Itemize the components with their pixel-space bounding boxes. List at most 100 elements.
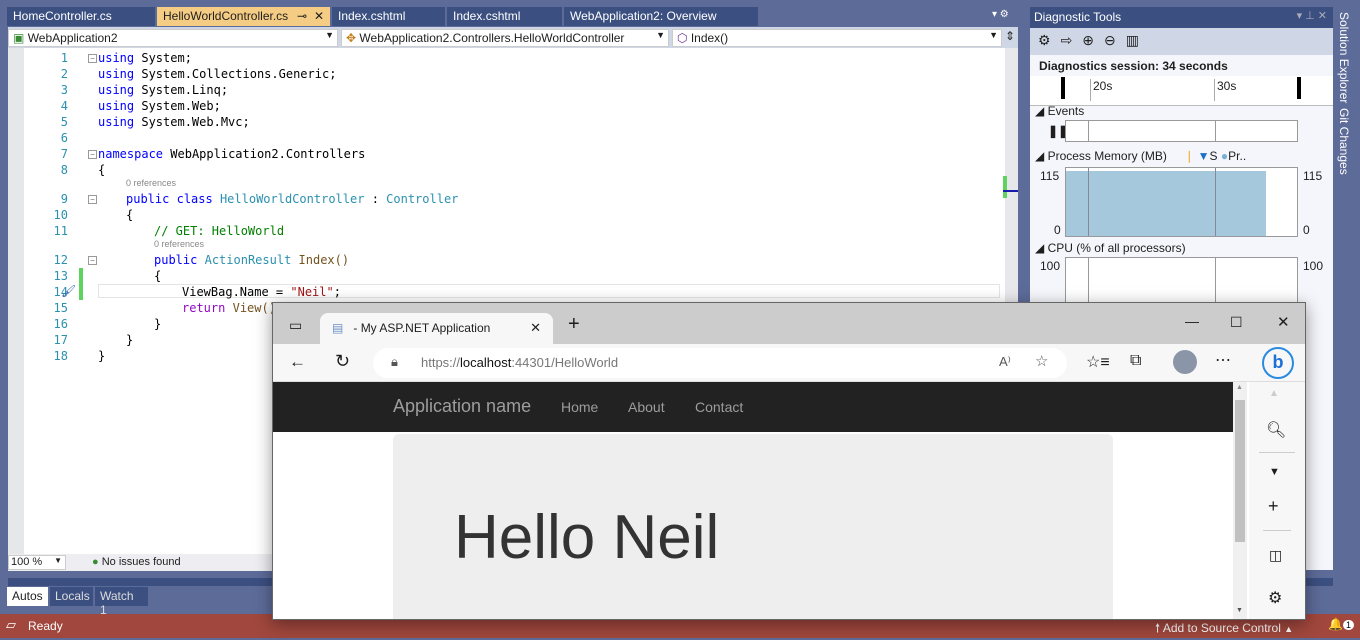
nav-link-about[interactable]: About: [628, 399, 665, 415]
class-dropdown[interactable]: ✥ WebApplication2.Controllers.HelloWorld…: [341, 29, 669, 47]
reset-view-icon[interactable]: ▥: [1126, 32, 1149, 48]
export-icon[interactable]: ⇨: [1061, 32, 1083, 48]
new-tab-icon[interactable]: +: [568, 313, 580, 336]
profile-avatar[interactable]: [1173, 350, 1197, 374]
memory-label: Process Memory (MB): [1047, 149, 1167, 163]
settings-gear-icon[interactable]: ⚙: [1038, 32, 1061, 48]
tab-helloworldcontroller[interactable]: HelloWorldController.cs ⊸ ✕: [157, 7, 330, 26]
bing-copilot-icon[interactable]: b: [1262, 347, 1294, 379]
nav-link-home[interactable]: Home: [561, 399, 598, 415]
collapse-icon[interactable]: −: [88, 54, 97, 63]
favorites-icon[interactable]: ☆≡: [1086, 352, 1110, 372]
tab-homecontroller[interactable]: HomeController.cs: [7, 7, 155, 26]
class-label: WebApplication2.Controllers.HelloWorldCo…: [359, 31, 625, 45]
close-tab-icon[interactable]: ✕: [530, 320, 541, 336]
site-navbar: Application name Home About Contact: [273, 382, 1233, 432]
scroll-down-icon[interactable]: ▼: [1236, 607, 1243, 614]
keyword: using: [98, 115, 135, 129]
tab-locals[interactable]: Locals: [50, 587, 93, 606]
search-icon[interactable]: 🔍︎: [1266, 420, 1286, 440]
maximize-icon[interactable]: ☐: [1230, 314, 1243, 331]
tab-index-cshtml-1[interactable]: Index.cshtml: [332, 7, 445, 26]
address-bar[interactable]: 🔒︎ https://localhost:44301/HelloWorld A⁾…: [373, 348, 1067, 378]
page-favicon: ▤: [332, 321, 344, 335]
ready-icon: ▱: [6, 617, 16, 632]
read-aloud-icon[interactable]: A⁾: [999, 354, 1011, 370]
check-circle-icon: ●: [92, 556, 99, 568]
pin-icon[interactable]: ⊸: [297, 9, 307, 23]
close-window-icon[interactable]: ✕: [1277, 313, 1290, 331]
sidebar-expand-icon[interactable]: ▼: [1269, 466, 1280, 478]
status-text: Ready: [28, 619, 63, 633]
notifications-button[interactable]: 🔔 1: [1328, 617, 1354, 631]
caret-up-icon: ▲: [1284, 624, 1294, 634]
tab-autos[interactable]: Autos: [7, 587, 48, 606]
code-text: ;: [333, 285, 341, 299]
keyword: using: [98, 51, 135, 65]
member-dropdown[interactable]: ⬡ Index() ▼: [672, 29, 1002, 47]
tab-label: HelloWorldController.cs: [163, 9, 289, 23]
tab-overflow-icon[interactable]: ▾ ⚙: [992, 9, 1009, 20]
tab-overview[interactable]: WebApplication2: Overview: [564, 7, 758, 26]
collections-icon[interactable]: ⧉: [1130, 352, 1141, 370]
memory-graph: [1065, 167, 1298, 237]
panel-window-controls[interactable]: ▾ ⊥ ✕: [1297, 9, 1327, 22]
page-scrollbar[interactable]: ▲ ▼: [1233, 382, 1247, 619]
scrollbar-thumb[interactable]: [1235, 400, 1245, 542]
collapse-icon[interactable]: −: [88, 195, 97, 204]
issues-indicator[interactable]: ● No issues found: [92, 556, 181, 568]
add-to-source-control-button[interactable]: 🠕 Add to Source Control ▲: [1155, 619, 1293, 640]
back-arrow-icon[interactable]: ←: [289, 352, 306, 372]
hide-sidebar-icon[interactable]: ◫: [1269, 547, 1282, 564]
tab-solution-explorer[interactable]: Solution Explorer: [1337, 12, 1351, 103]
quick-actions-brush-icon[interactable]: 🖌: [61, 284, 76, 298]
line-number: 7: [60, 147, 68, 161]
code-lens-references[interactable]: 0 references: [154, 239, 204, 249]
timeline-ruler[interactable]: 20s 30s: [1030, 76, 1333, 106]
nav-link-contact[interactable]: Contact: [695, 399, 743, 415]
line-number: 16: [53, 317, 68, 331]
project-dropdown[interactable]: ▣ WebApplication2 ▼: [8, 29, 338, 47]
keyword: public: [126, 192, 170, 206]
line-number: 3: [60, 83, 68, 97]
sidebar-scroll-up-icon[interactable]: ▲: [1269, 388, 1279, 399]
close-icon[interactable]: ✕: [314, 9, 324, 23]
refresh-icon[interactable]: ↻: [335, 351, 350, 372]
tab-index-cshtml-2[interactable]: Index.cshtml: [447, 7, 562, 26]
add-sidebar-app-icon[interactable]: +: [1268, 496, 1279, 517]
scroll-up-icon[interactable]: ▲: [1236, 384, 1243, 391]
timeline-start-marker[interactable]: [1061, 77, 1065, 99]
string-literal: "Neil": [290, 285, 334, 299]
zoom-out-icon[interactable]: ⊖: [1104, 32, 1126, 48]
zoom-dropdown[interactable]: 100 % ▼: [8, 555, 66, 570]
lock-icon[interactable]: 🔒︎: [391, 354, 398, 370]
sidebar-settings-icon[interactable]: ⚙: [1268, 588, 1282, 608]
minimize-icon[interactable]: —: [1185, 313, 1199, 329]
timeline-end-marker[interactable]: [1297, 77, 1301, 99]
collapse-icon[interactable]: −: [88, 150, 97, 159]
tab-actions-icon[interactable]: ▭: [289, 317, 302, 334]
browser-tab[interactable]: ▤ - My ASP.NET Application ✕: [320, 313, 553, 344]
member-label: Index(): [690, 31, 729, 45]
line-number: 8: [60, 163, 68, 177]
tick-label: 20s: [1090, 79, 1112, 101]
split-icon[interactable]: ⇕: [1005, 29, 1015, 43]
collapse-icon[interactable]: −: [88, 256, 97, 265]
add-favorite-icon[interactable]: ☆: [1035, 352, 1048, 370]
web-page: Application name Home About Contact Hell…: [273, 382, 1233, 619]
snapshot-legend-icon: ▼: [1197, 149, 1210, 163]
zoom-in-icon[interactable]: ⊕: [1082, 32, 1104, 48]
tab-watch1[interactable]: Watch 1: [95, 587, 148, 617]
keyword: using: [98, 83, 135, 97]
code-text: ViewBag.Name =: [182, 285, 291, 299]
cpu-section-header[interactable]: ◢ CPU (% of all processors): [1035, 241, 1186, 255]
memory-section-header[interactable]: ◢ Process Memory (MB) ❘ ▼S ●Pr..: [1035, 149, 1246, 163]
app-name-link[interactable]: Application name: [393, 396, 531, 417]
code-lens-references[interactable]: 0 references: [126, 178, 176, 188]
events-section-header[interactable]: ◢ Events: [1035, 104, 1084, 118]
browser-window: ▭ ▤ - My ASP.NET Application ✕ + — ☐ ✕ ← …: [272, 302, 1306, 620]
more-options-icon[interactable]: ⋯: [1215, 350, 1231, 370]
line-number: 11: [53, 224, 68, 238]
tab-git-changes[interactable]: Git Changes: [1337, 108, 1351, 175]
url-path: :44301/HelloWorld: [511, 355, 619, 370]
